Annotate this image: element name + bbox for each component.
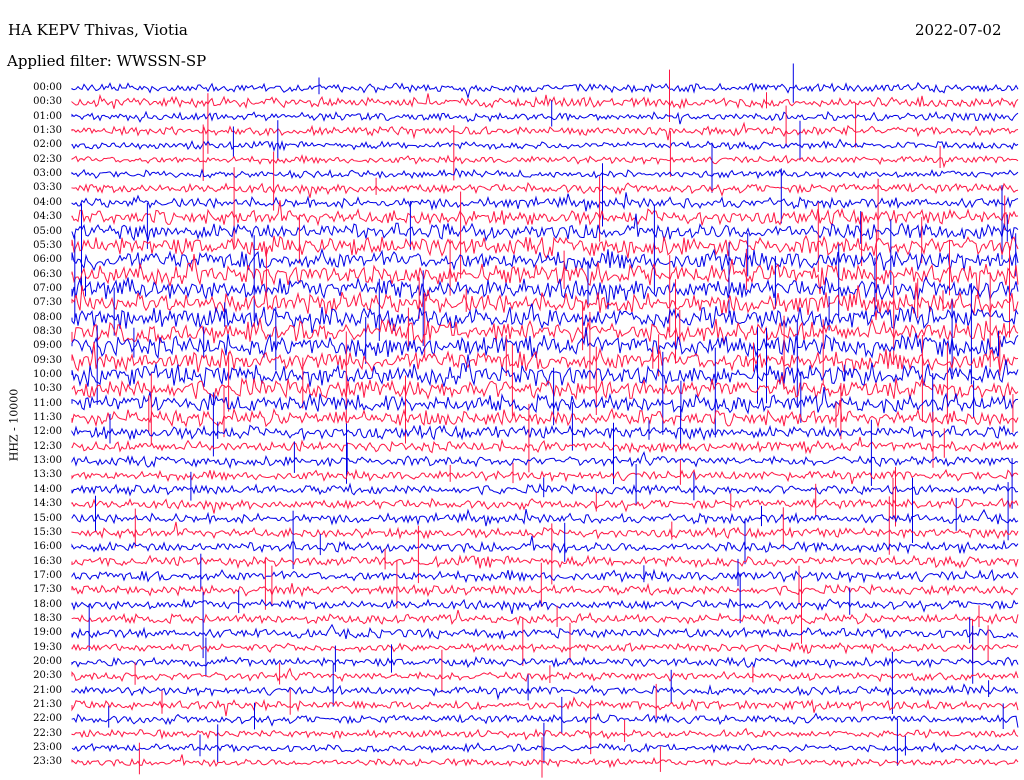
trace-0030 <box>71 93 1019 110</box>
trace-0230 <box>71 153 1019 169</box>
trace-1730 <box>71 582 1019 598</box>
tick-label-1430: 14:30 <box>33 498 62 510</box>
trace-2330 <box>71 754 1019 769</box>
tick-label-1530: 15:30 <box>33 526 62 538</box>
trace-1330 <box>71 468 1019 485</box>
tick-label-0200: 02:00 <box>33 139 62 151</box>
trace-2030 <box>71 667 1019 683</box>
tick-label-0630: 06:30 <box>33 268 62 280</box>
trace-0100 <box>71 110 1019 125</box>
trace-1530 <box>71 521 1019 540</box>
tick-label-2200: 22:00 <box>33 713 62 725</box>
tick-label-0100: 01:00 <box>33 110 62 122</box>
tick-label-1000: 10:00 <box>33 369 62 380</box>
tick-label-0530: 05:30 <box>33 239 62 251</box>
tick-label-0930: 09:30 <box>33 354 62 366</box>
trace-1900 <box>71 623 1019 640</box>
tick-label-0130: 01:30 <box>33 125 62 137</box>
tick-label-0430: 04:30 <box>33 211 62 223</box>
tick-label-0900: 09:00 <box>33 340 62 352</box>
tick-label-0230: 02:30 <box>33 153 62 165</box>
tick-label-0800: 08:00 <box>33 311 62 323</box>
trace-0330 <box>71 181 1019 198</box>
tick-label-1600: 16:00 <box>33 541 62 553</box>
tick-label-0500: 05:00 <box>33 225 62 237</box>
trace-1700 <box>71 568 1019 584</box>
trace-2100 <box>71 683 1019 701</box>
tick-label-1630: 16:30 <box>33 555 62 567</box>
tick-label-0330: 03:30 <box>33 182 62 194</box>
tick-label-0700: 07:00 <box>33 282 62 294</box>
tick-label-1100: 11:00 <box>33 397 62 409</box>
tick-label-2230: 22:30 <box>33 727 62 739</box>
trace-2130 <box>71 696 1019 717</box>
tick-label-1500: 15:00 <box>33 512 62 524</box>
tick-label-1400: 14:00 <box>33 483 62 495</box>
tick-label-1830: 18:30 <box>33 612 62 624</box>
tick-label-2130: 21:30 <box>33 699 62 711</box>
trace-0430 <box>71 200 1019 227</box>
tick-label-1230: 12:30 <box>33 440 62 452</box>
tick-label-2100: 21:00 <box>33 684 62 696</box>
tick-label-2000: 20:00 <box>33 656 62 667</box>
trace-0130 <box>71 121 1019 141</box>
tick-label-0300: 03:00 <box>33 168 62 180</box>
trace-1430 <box>71 496 1019 514</box>
tick-label-0600: 06:00 <box>33 254 62 266</box>
trace-1800 <box>71 598 1019 615</box>
tick-label-1930: 19:30 <box>33 641 62 653</box>
tick-label-1200: 12:00 <box>33 426 62 438</box>
tick-label-1330: 13:30 <box>33 469 62 481</box>
tick-label-2300: 23:00 <box>33 742 62 754</box>
trace-2230 <box>71 727 1019 741</box>
trace-0300 <box>71 167 1019 180</box>
trace-2300 <box>71 741 1019 754</box>
seismogram-view: HA KEPV Thivas, Viotia 2022-07-02 Applie… <box>0 0 1024 780</box>
tick-label-0730: 07:30 <box>33 297 62 309</box>
tick-label-0000: 00:00 <box>33 82 62 93</box>
trace-2000 <box>71 655 1019 670</box>
tick-label-1730: 17:30 <box>33 584 62 596</box>
tick-label-2330: 23:30 <box>33 756 62 768</box>
tick-label-0830: 08:30 <box>33 325 62 337</box>
trace-0000 <box>71 81 1019 100</box>
trace-1630 <box>71 554 1019 570</box>
trace-0930 <box>71 341 1019 373</box>
trace-1930 <box>71 641 1019 655</box>
tick-label-2030: 20:30 <box>33 670 62 682</box>
tick-label-1900: 19:00 <box>33 627 62 639</box>
tick-label-0030: 00:30 <box>33 96 62 108</box>
tick-label-1130: 11:30 <box>33 412 62 424</box>
trace-1830 <box>71 609 1019 626</box>
trace-0400 <box>71 192 1019 212</box>
helicorder-plot <box>71 63 1019 778</box>
tick-label-1800: 18:00 <box>33 598 62 610</box>
tick-label-0400: 04:00 <box>33 196 62 208</box>
tick-label-1030: 10:30 <box>33 383 62 395</box>
tick-label-1300: 13:00 <box>33 455 62 467</box>
trace-2200 <box>71 712 1019 728</box>
trace-1400 <box>71 482 1019 497</box>
trace-0200 <box>71 138 1019 153</box>
tick-label-1700: 17:00 <box>33 569 62 581</box>
